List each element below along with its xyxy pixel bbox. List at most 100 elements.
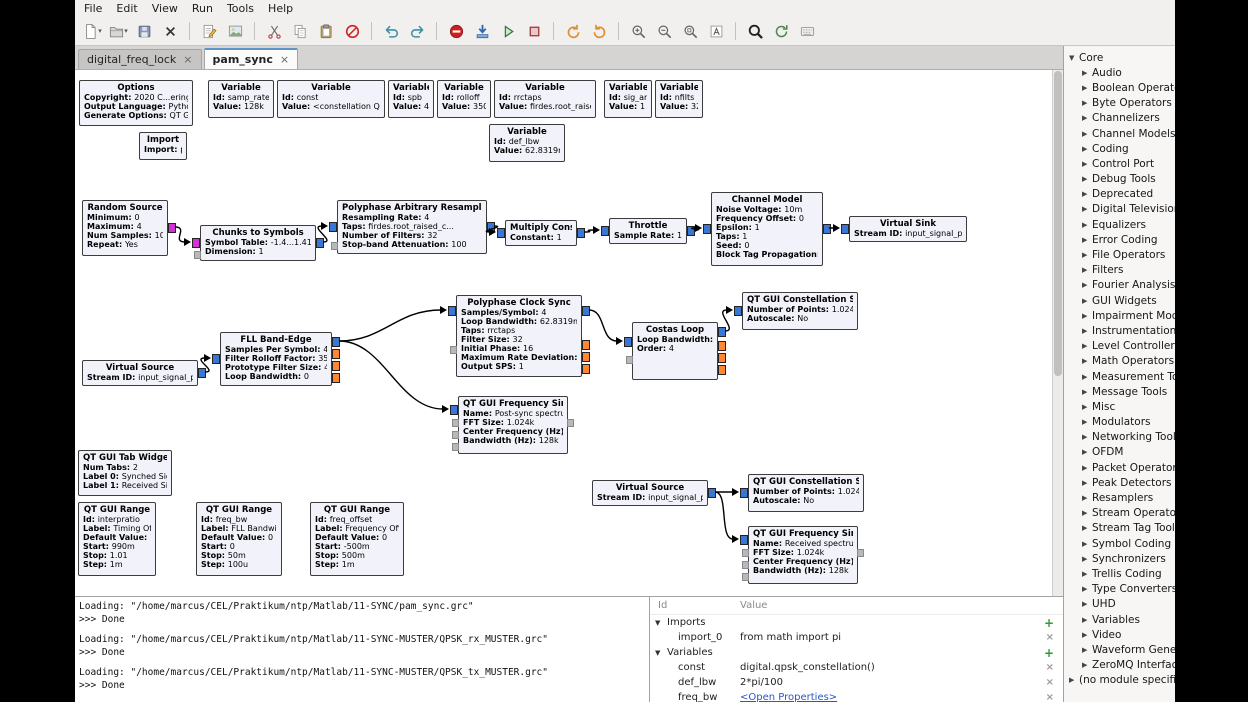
out-port[interactable] bbox=[718, 353, 726, 363]
in-port[interactable] bbox=[192, 238, 200, 248]
remove-icon[interactable]: × bbox=[1046, 632, 1054, 643]
remove-icon[interactable]: × bbox=[1046, 677, 1054, 688]
tree-item-channelizers[interactable]: ▶Channelizers bbox=[1064, 111, 1175, 126]
add-icon[interactable]: + bbox=[1044, 616, 1054, 630]
expander-icon[interactable]: ▼ bbox=[1069, 54, 1079, 62]
tree-item-deprecated[interactable]: ▶Deprecated bbox=[1064, 187, 1175, 202]
block-throttle[interactable]: ThrottleSample Rate: 128k bbox=[609, 218, 687, 244]
open-button[interactable]: ▾ bbox=[106, 19, 130, 43]
tree-item-math-operators[interactable]: ▶Math Operators bbox=[1064, 354, 1175, 369]
expander-icon[interactable]: ▶ bbox=[1082, 540, 1092, 548]
redo-button[interactable] bbox=[405, 19, 429, 43]
tree-item-boolean-operators[interactable]: ▶Boolean Operators bbox=[1064, 80, 1175, 95]
tree-item-video[interactable]: ▶Video bbox=[1064, 627, 1175, 642]
tree-item-misc[interactable]: ▶Misc bbox=[1064, 399, 1175, 414]
tree-item-uhd[interactable]: ▶UHD bbox=[1064, 597, 1175, 612]
canvas-scrollbar[interactable] bbox=[1052, 70, 1063, 596]
out-port[interactable] bbox=[708, 488, 716, 498]
out-port[interactable] bbox=[332, 349, 340, 359]
block-vsource-bot[interactable]: Virtual SourceStream ID: input_signal_pr… bbox=[592, 480, 708, 506]
block-constsink-bot[interactable]: QT GUI Constellation SinkNumber of Point… bbox=[748, 474, 864, 512]
tree-item-symbol-coding[interactable]: ▶Symbol Coding bbox=[1064, 536, 1175, 551]
tree-item-networking-tools[interactable]: ▶Networking Tools bbox=[1064, 430, 1175, 445]
block-constsink-top[interactable]: QT GUI Constellation SinkNumber of Point… bbox=[742, 292, 858, 330]
block-var-samp-rate[interactable]: VariableId: samp_rateValue: 128k bbox=[208, 80, 274, 118]
expander-icon[interactable]: ▶ bbox=[1082, 403, 1092, 411]
out-port[interactable] bbox=[718, 327, 726, 337]
out-port[interactable] bbox=[582, 340, 590, 350]
expander-icon[interactable]: ▶ bbox=[1082, 524, 1092, 532]
out-port[interactable] bbox=[332, 373, 340, 383]
out-port[interactable] bbox=[168, 223, 176, 233]
in-port[interactable] bbox=[497, 228, 505, 238]
optional-in-port[interactable] bbox=[450, 346, 457, 354]
tree-item-stream-operators[interactable]: ▶Stream Operators bbox=[1064, 506, 1175, 521]
tree-item-resamplers[interactable]: ▶Resamplers bbox=[1064, 490, 1175, 505]
tree-item-waveform-generators[interactable]: ▶Waveform Generators bbox=[1064, 642, 1175, 657]
tree-item-peak-detectors[interactable]: ▶Peak Detectors bbox=[1064, 475, 1175, 490]
in-port[interactable] bbox=[703, 224, 711, 234]
block-multiply[interactable]: Multiply ConstConstant: 1 bbox=[505, 220, 577, 246]
close-icon[interactable]: × bbox=[280, 53, 289, 66]
tab-pam-sync[interactable]: pam_sync× bbox=[204, 48, 299, 69]
expander-icon[interactable]: ▶ bbox=[1082, 297, 1092, 305]
tree-item-audio[interactable]: ▶Audio bbox=[1064, 65, 1175, 80]
optional-in-port[interactable] bbox=[452, 443, 459, 451]
zoom-out-button[interactable] bbox=[652, 19, 676, 43]
optional-out-port[interactable] bbox=[857, 549, 864, 557]
out-port[interactable] bbox=[332, 361, 340, 371]
expander-icon[interactable]: ▶ bbox=[1082, 585, 1092, 593]
expander-icon[interactable]: ▼ bbox=[655, 619, 660, 627]
block-var-def-lbw[interactable]: VariableId: def_lbwValue: 62.8319m bbox=[489, 124, 565, 162]
tree-item-file-operators[interactable]: ▶File Operators bbox=[1064, 247, 1175, 262]
in-port[interactable] bbox=[734, 306, 742, 316]
zoom-reset-button[interactable] bbox=[678, 19, 702, 43]
menu-run[interactable]: Run bbox=[185, 1, 220, 16]
menu-edit[interactable]: Edit bbox=[109, 1, 144, 16]
expander-icon[interactable]: ▶ bbox=[1082, 448, 1092, 456]
block-freqsink-bot[interactable]: QT GUI Frequency SinkName: Received spec… bbox=[748, 526, 858, 584]
close-button[interactable] bbox=[158, 19, 182, 43]
out-port[interactable] bbox=[332, 337, 340, 347]
expander-icon[interactable]: ▼ bbox=[655, 649, 660, 657]
block-freqsink-mid[interactable]: QT GUI Frequency SinkName: Post-sync spe… bbox=[458, 396, 568, 454]
out-port[interactable] bbox=[582, 352, 590, 362]
block-var-spb[interactable]: VariableId: spbValue: 4 bbox=[388, 80, 434, 118]
execute-button[interactable] bbox=[496, 19, 520, 43]
tree-item-byte-operators[interactable]: ▶Byte Operators bbox=[1064, 96, 1175, 111]
tab-digital-freq-lock[interactable]: digital_freq_lock× bbox=[78, 49, 202, 69]
block-random-source[interactable]: Random SourceMinimum: 0Maximum: 4Num Sam… bbox=[82, 200, 168, 256]
tree-item-packet-operators[interactable]: ▶Packet Operators bbox=[1064, 460, 1175, 475]
expander-icon[interactable]: ▶ bbox=[1082, 327, 1092, 335]
tree-item-type-converters[interactable]: ▶Type Converters bbox=[1064, 582, 1175, 597]
block-import-pi[interactable]: ImportImport: pi bbox=[139, 132, 187, 160]
expander-icon[interactable]: ▶ bbox=[1082, 631, 1092, 639]
menu-tools[interactable]: Tools bbox=[220, 1, 261, 16]
find-block-button[interactable] bbox=[743, 19, 767, 43]
optional-in-port[interactable] bbox=[452, 431, 459, 439]
expander-icon[interactable]: ▶ bbox=[1082, 312, 1092, 320]
block-var-const[interactable]: VariableId: constValue: <constellation Q… bbox=[277, 80, 385, 118]
in-port[interactable] bbox=[740, 488, 748, 498]
varpanel-row-const[interactable]: constdigital.qpsk_constellation()× bbox=[650, 660, 1063, 675]
expander-icon[interactable]: ▶ bbox=[1082, 433, 1092, 441]
expander-icon[interactable]: ▶ bbox=[1082, 616, 1092, 624]
menu-help[interactable]: Help bbox=[261, 1, 300, 16]
block-pcs[interactable]: Polyphase Clock SyncSamples/Symbol: 4Loo… bbox=[456, 295, 582, 377]
expander-icon[interactable]: ▶ bbox=[1082, 555, 1092, 563]
errors-button[interactable] bbox=[444, 19, 468, 43]
add-icon[interactable]: + bbox=[1044, 646, 1054, 660]
tree-item-variables[interactable]: ▶Variables bbox=[1064, 612, 1175, 627]
delete-button[interactable] bbox=[340, 19, 364, 43]
block-var-sig-amp[interactable]: VariableId: sig_ampValue: 1 bbox=[604, 80, 652, 118]
tree-item-filters[interactable]: ▶Filters bbox=[1064, 263, 1175, 278]
expander-icon[interactable]: ▶ bbox=[1082, 494, 1092, 502]
block-tabwidget[interactable]: QT GUI Tab WidgetNum Tabs: 2Label 0: Syn… bbox=[78, 450, 172, 496]
expander-icon[interactable]: ▶ bbox=[1082, 145, 1092, 153]
in-port[interactable] bbox=[212, 354, 220, 364]
out-port[interactable] bbox=[198, 368, 206, 378]
optional-out-port[interactable] bbox=[567, 419, 574, 427]
expander-icon[interactable]: ▶ bbox=[1082, 342, 1092, 350]
tree-item-message-tools[interactable]: ▶Message Tools bbox=[1064, 384, 1175, 399]
new-button[interactable]: ▾ bbox=[80, 19, 104, 43]
